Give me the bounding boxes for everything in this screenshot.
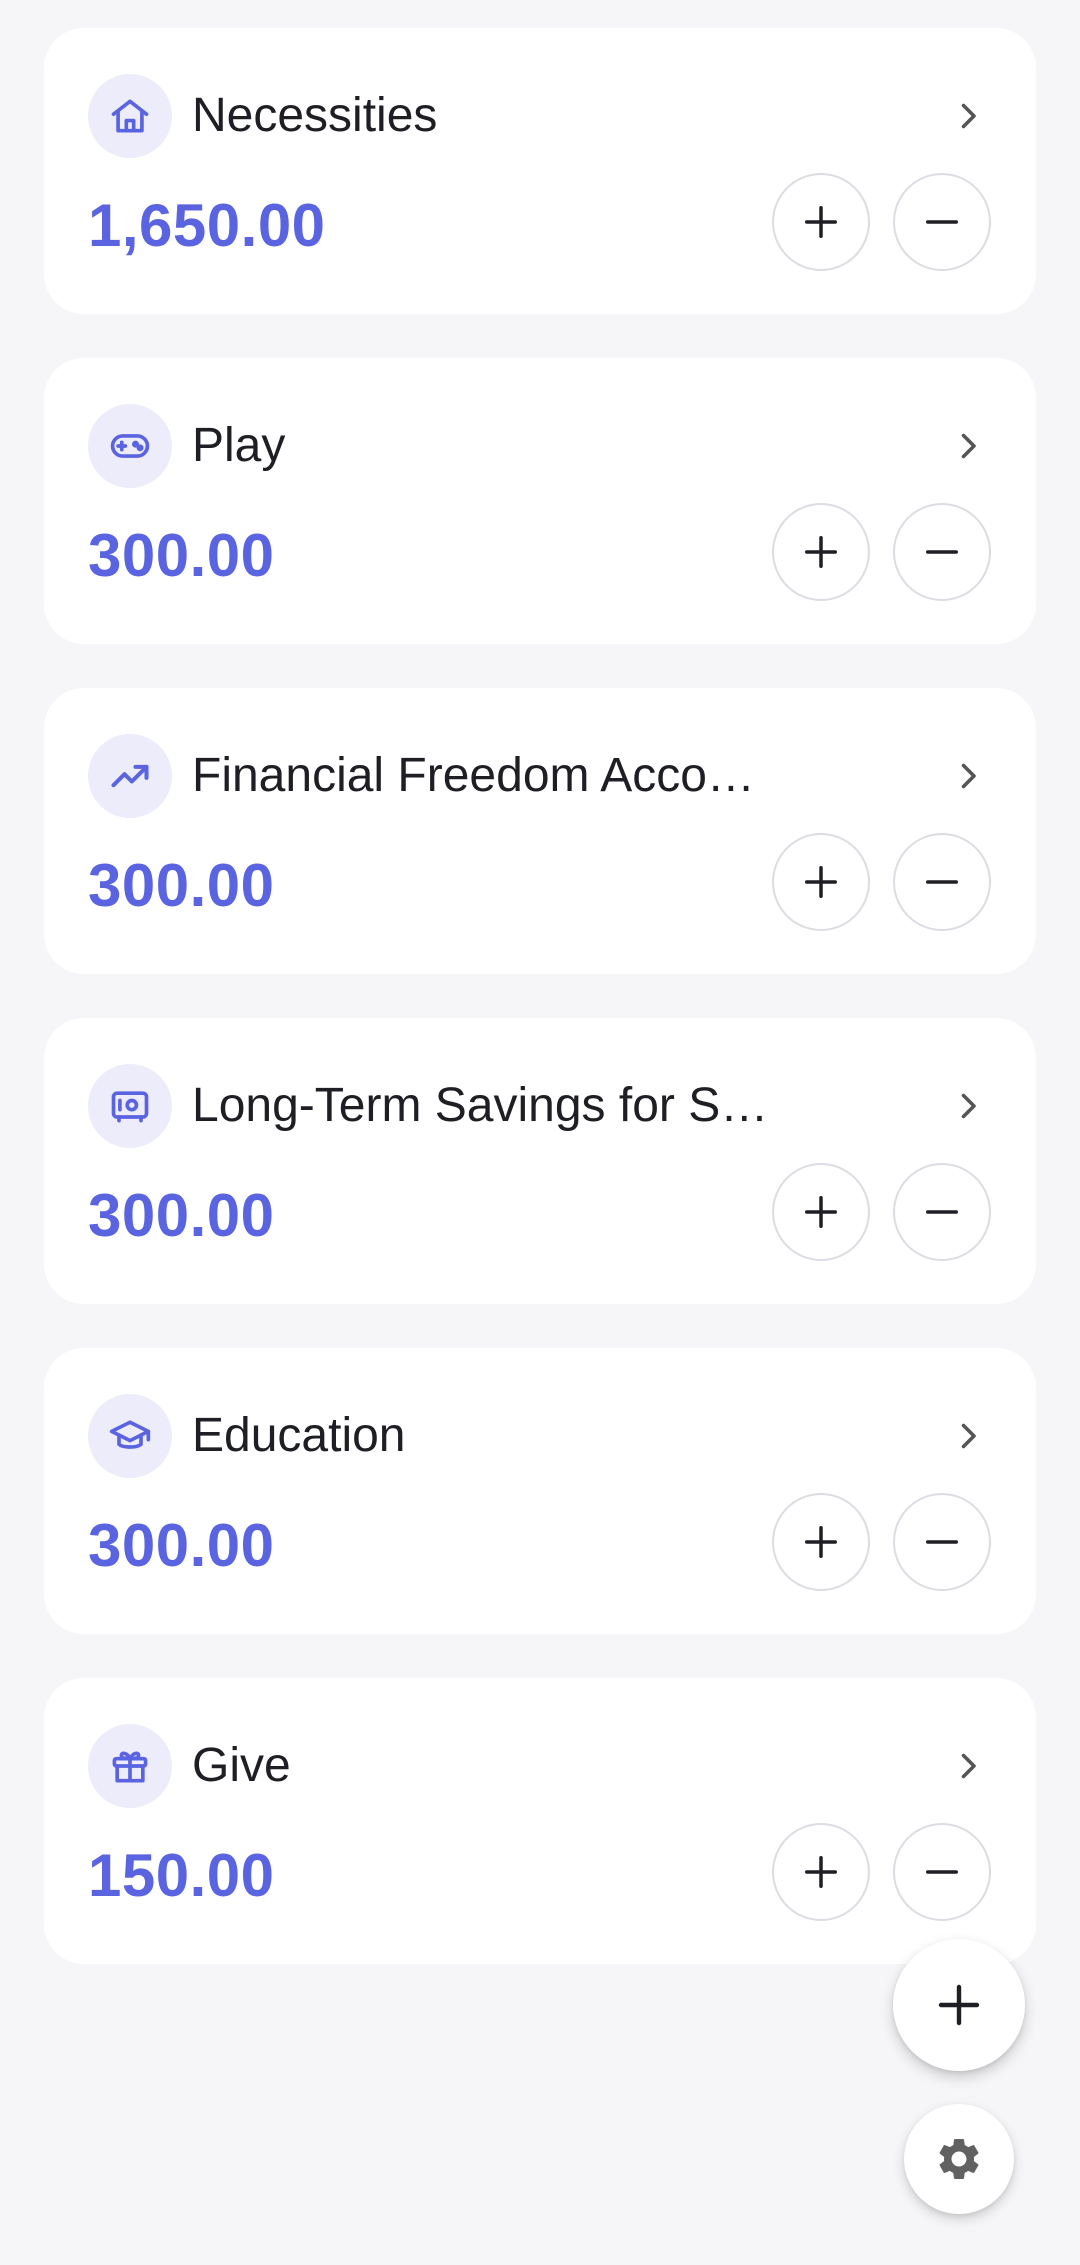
plus-icon (805, 536, 837, 568)
minus-icon (926, 1210, 958, 1214)
trending-up-icon (88, 734, 172, 818)
chevron-right-icon[interactable] (950, 98, 986, 134)
increase-button[interactable] (772, 833, 870, 931)
home-icon (88, 74, 172, 158)
minus-icon (926, 1870, 958, 1874)
account-title: Financial Freedom Acco… (192, 749, 755, 802)
increase-button[interactable] (772, 1823, 870, 1921)
plus-icon (805, 1196, 837, 1228)
minus-icon (926, 220, 958, 224)
account-card-give[interactable]: Give 150.00 (44, 1678, 1036, 1964)
minus-icon (926, 550, 958, 554)
plus-icon (938, 1984, 980, 2026)
gear-icon (939, 2139, 979, 2179)
safe-icon (88, 1064, 172, 1148)
increase-button[interactable] (772, 1493, 870, 1591)
decrease-button[interactable] (893, 503, 991, 601)
plus-icon (805, 866, 837, 898)
account-amount: 300.00 (88, 522, 275, 589)
account-card-long-term-savings[interactable]: Long-Term Savings for S… 300.00 (44, 1018, 1036, 1304)
account-title: Long-Term Savings for S… (192, 1079, 769, 1132)
accounts-screen: Necessities 1,650.00 Play 300.00 Financi… (0, 0, 1080, 2265)
gift-icon (88, 1724, 172, 1808)
settings-button[interactable] (904, 2104, 1014, 2214)
chevron-right-icon[interactable] (950, 1088, 986, 1124)
chevron-right-icon[interactable] (950, 1748, 986, 1784)
increase-button[interactable] (772, 503, 870, 601)
account-amount: 300.00 (88, 852, 275, 919)
account-card-necessities[interactable]: Necessities 1,650.00 (44, 28, 1036, 314)
account-card-list: Necessities 1,650.00 Play 300.00 Financi… (44, 28, 1036, 2008)
increase-button[interactable] (772, 173, 870, 271)
decrease-button[interactable] (893, 173, 991, 271)
plus-icon (805, 1856, 837, 1888)
account-amount: 150.00 (88, 1842, 275, 1909)
increase-button[interactable] (772, 1163, 870, 1261)
gamepad-icon (88, 404, 172, 488)
account-amount: 300.00 (88, 1182, 275, 1249)
minus-icon (926, 880, 958, 884)
minus-icon (926, 1540, 958, 1544)
account-card-financial-freedom[interactable]: Financial Freedom Acco… 300.00 (44, 688, 1036, 974)
chevron-right-icon[interactable] (950, 428, 986, 464)
account-title: Give (192, 1739, 291, 1792)
account-title: Education (192, 1409, 406, 1462)
decrease-button[interactable] (893, 1493, 991, 1591)
account-amount: 1,650.00 (88, 192, 326, 259)
plus-icon (805, 206, 837, 238)
graduation-cap-icon (88, 1394, 172, 1478)
decrease-button[interactable] (893, 1163, 991, 1261)
add-account-button[interactable] (893, 1939, 1025, 2071)
account-amount: 300.00 (88, 1512, 275, 1579)
chevron-right-icon[interactable] (950, 1418, 986, 1454)
account-title: Play (192, 419, 286, 472)
account-card-education[interactable]: Education 300.00 (44, 1348, 1036, 1634)
account-title: Necessities (192, 89, 438, 142)
plus-icon (805, 1526, 837, 1558)
chevron-right-icon[interactable] (950, 758, 986, 794)
account-card-play[interactable]: Play 300.00 (44, 358, 1036, 644)
decrease-button[interactable] (893, 833, 991, 931)
decrease-button[interactable] (893, 1823, 991, 1921)
